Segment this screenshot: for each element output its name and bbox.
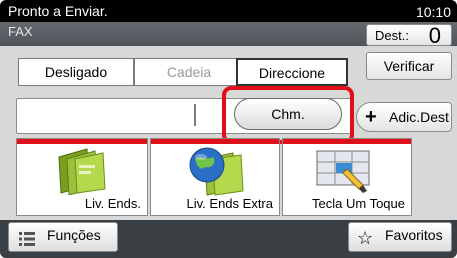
functions-button[interactable]: Funções xyxy=(8,222,118,252)
one-touch-key-icon xyxy=(316,150,370,193)
status-text: Pronto a Enviar. xyxy=(8,3,108,19)
dest-count: 0 xyxy=(428,23,441,48)
add-destination-button[interactable]: + Adic.Dest xyxy=(356,102,452,132)
destination-counter: Dest.: 0 xyxy=(366,23,452,48)
globe-book-icon xyxy=(189,147,244,196)
accent-strip xyxy=(17,139,147,144)
mode-label: FAX xyxy=(8,24,33,39)
address-book-icon xyxy=(58,148,106,195)
verify-button[interactable]: Verificar xyxy=(366,52,452,80)
fax-screen: Pronto a Enviar. 10:10 FAX Dest.: 0 Desl… xyxy=(0,0,457,258)
external-address-book-button[interactable]: Liv. Ends Extra xyxy=(150,138,280,216)
functions-label: Funções xyxy=(47,227,101,243)
tab-address[interactable]: Direccione xyxy=(236,58,348,86)
one-touch-key-button[interactable]: Tecla Um Toque xyxy=(282,138,412,216)
address-book-button[interactable]: Liv. Ends. xyxy=(16,138,148,216)
input-divider xyxy=(194,104,196,126)
one-touch-key-label: Tecla Um Toque xyxy=(312,196,405,211)
add-destination-label: Adic.Dest xyxy=(389,109,449,125)
star-icon: ☆ xyxy=(357,228,374,248)
external-address-book-label: Liv. Ends Extra xyxy=(186,196,273,211)
accent-strip xyxy=(151,139,279,144)
dest-label: Dest.: xyxy=(375,28,409,43)
address-book-label: Liv. Ends. xyxy=(84,196,141,211)
list-icon xyxy=(19,232,35,246)
favorites-label: Favoritos xyxy=(385,227,443,243)
status-bar: Pronto a Enviar. 10:10 xyxy=(0,0,457,22)
plus-icon: + xyxy=(365,106,377,128)
clock: 10:10 xyxy=(415,4,451,20)
accent-strip xyxy=(283,139,411,144)
highlight-box xyxy=(222,86,354,144)
favorites-button[interactable]: ☆ Favoritos xyxy=(348,222,452,252)
tab-chain[interactable]: Cadeia xyxy=(134,58,244,86)
tab-off[interactable]: Desligado xyxy=(18,58,134,86)
